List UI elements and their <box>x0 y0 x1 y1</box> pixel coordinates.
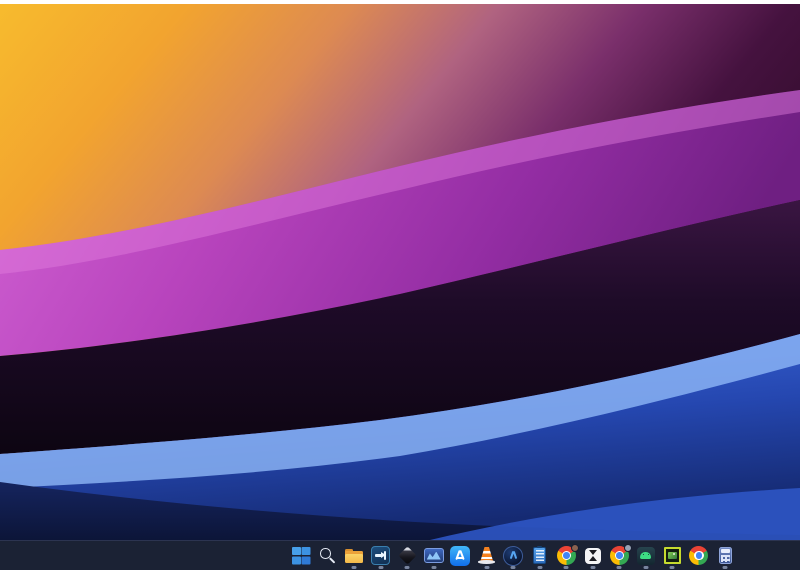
running-indicator <box>431 566 437 569</box>
chrome-icon <box>556 543 580 566</box>
android-icon <box>636 546 656 566</box>
wallpaper <box>0 4 800 540</box>
taskbar-start[interactable] <box>288 541 315 570</box>
windows-start-icon <box>291 546 311 566</box>
framed-image-icon <box>662 546 682 566</box>
running-indicator <box>563 566 569 569</box>
hourglass-icon <box>583 546 603 566</box>
taskbar-circle-app[interactable] <box>500 541 527 570</box>
running-indicator <box>590 566 596 569</box>
taskbar-calculator[interactable] <box>712 541 739 570</box>
taskbar-chrome-profile-2[interactable] <box>606 541 633 570</box>
chrome-icon <box>609 543 633 566</box>
running-indicator <box>510 566 516 569</box>
performance-graph-icon <box>423 546 444 566</box>
running-indicator <box>643 566 649 569</box>
taskbar-system-monitor[interactable] <box>421 541 448 570</box>
taskbar-inkscape[interactable] <box>394 541 421 570</box>
app-store-icon <box>450 545 471 566</box>
running-indicator <box>722 566 728 569</box>
search-icon <box>318 546 338 566</box>
running-indicator <box>669 566 675 569</box>
desktop[interactable] <box>0 4 800 540</box>
traffic-cone-icon <box>477 546 497 566</box>
clipboard-icon <box>530 546 550 566</box>
taskbar-file-explorer[interactable] <box>341 541 368 570</box>
running-indicator <box>484 566 490 569</box>
chrome-icon <box>689 546 709 566</box>
diamond-icon <box>397 546 417 566</box>
profile-badge <box>624 543 633 552</box>
taskbar-search[interactable] <box>315 541 342 570</box>
taskbar-app-store[interactable] <box>447 541 474 570</box>
taskbar <box>0 540 800 570</box>
dark-circle-a-icon <box>503 545 524 566</box>
taskbar-notes[interactable] <box>527 541 554 570</box>
running-indicator <box>537 566 543 569</box>
taskbar-remote-app[interactable] <box>368 541 395 570</box>
taskbar-chrome-profile-1[interactable] <box>553 541 580 570</box>
taskbar-vlc[interactable] <box>474 541 501 570</box>
profile-badge <box>571 543 580 552</box>
taskbar-android-app[interactable] <box>633 541 660 570</box>
arrow-window-icon <box>371 546 391 566</box>
calculator-icon <box>715 546 735 566</box>
running-indicator <box>404 566 410 569</box>
running-indicator <box>378 566 384 569</box>
taskbar-image-viewer[interactable] <box>659 541 686 570</box>
top-border <box>0 0 800 4</box>
folder-icon <box>344 546 364 566</box>
taskbar-items <box>288 541 739 570</box>
running-indicator <box>351 566 357 569</box>
running-indicator <box>616 566 622 569</box>
taskbar-hourglass-app[interactable] <box>580 541 607 570</box>
taskbar-chrome[interactable] <box>686 541 713 570</box>
screenshot <box>0 0 800 570</box>
